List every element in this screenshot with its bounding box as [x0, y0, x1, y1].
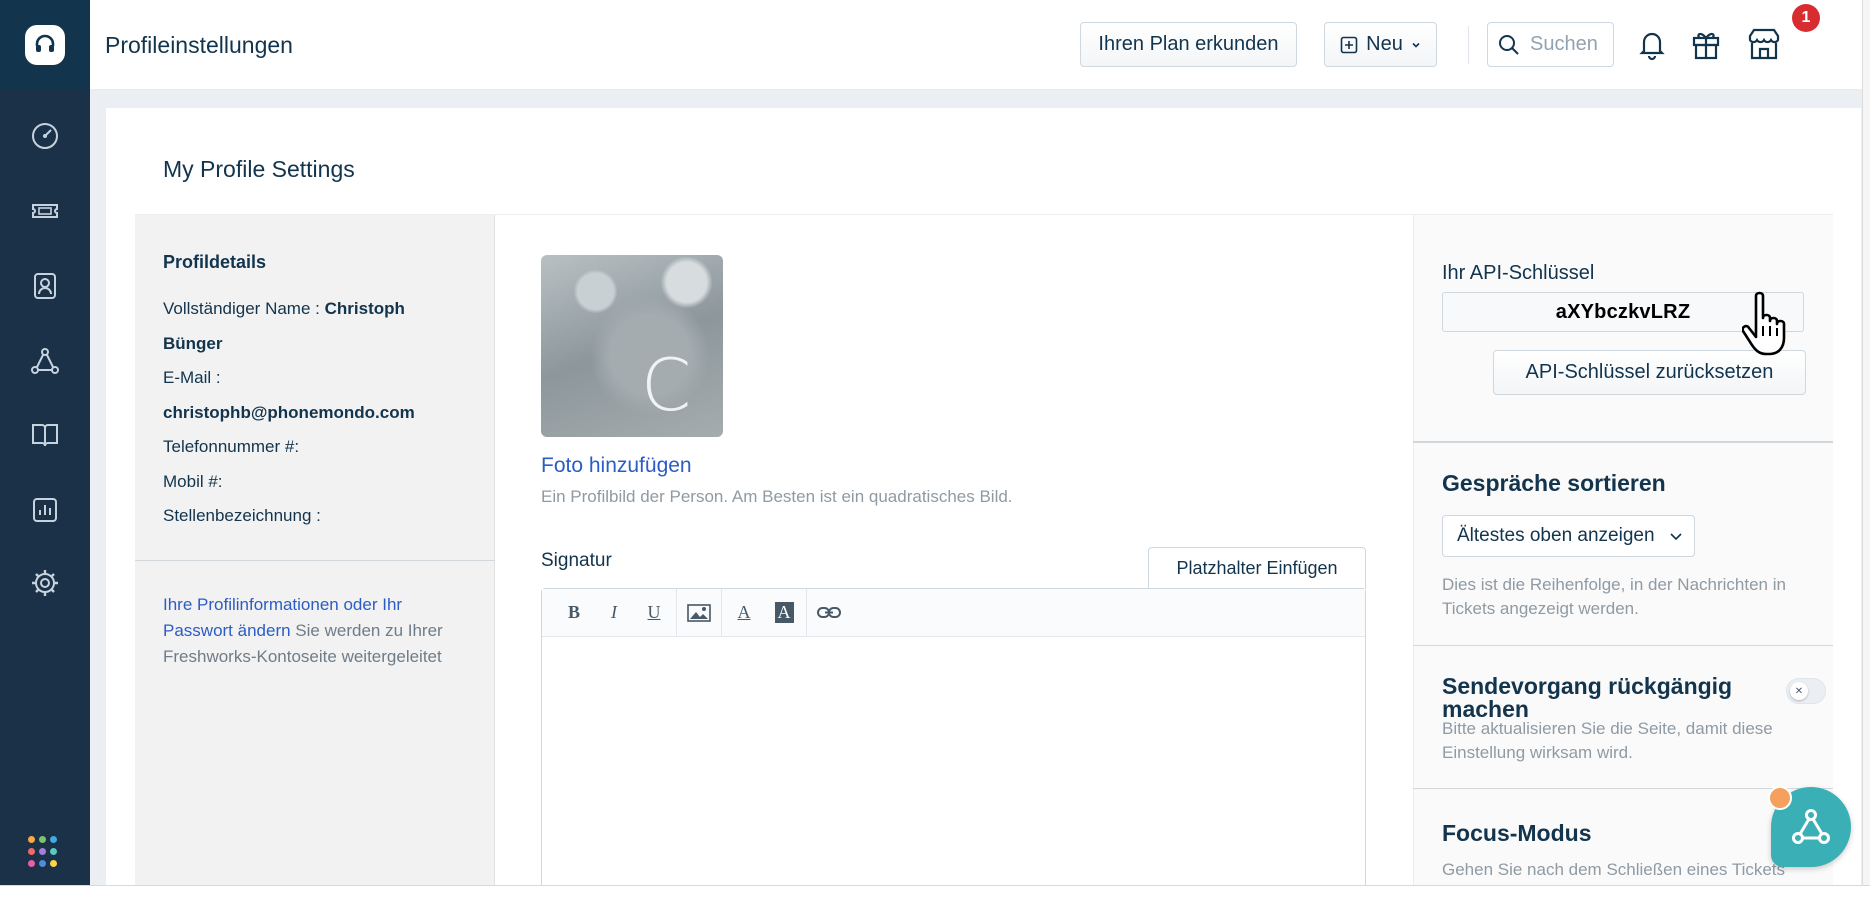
chevron-down-icon: [1412, 42, 1420, 48]
font-color-button[interactable]: A: [724, 589, 764, 637]
add-photo-link[interactable]: Foto hinzufügen: [541, 454, 692, 478]
header-divider: [1468, 26, 1469, 64]
dashboard-icon[interactable]: [29, 120, 61, 152]
undo-send-heading-line1: Sendevorgang rückgängig: [1442, 673, 1733, 699]
full-name-continued: Bünger: [163, 334, 223, 354]
network-icon: [1792, 809, 1830, 844]
full-name-row: Vollständiger Name : Christoph: [163, 299, 405, 319]
full-name-last: Bünger: [163, 334, 223, 353]
sidebar: [0, 0, 90, 885]
help-widget-indicator: [1768, 786, 1792, 810]
freshdesk-logo-icon[interactable]: [25, 25, 65, 65]
toolbar-separator: [721, 588, 722, 637]
link-icon[interactable]: [809, 589, 849, 637]
hand-cursor-icon: [1741, 290, 1802, 360]
phone-label: Telefonnummer #:: [163, 437, 300, 456]
insert-placeholder-button[interactable]: Platzhalter Einfügen: [1148, 547, 1366, 589]
new-button-label: Neu: [1366, 33, 1403, 55]
chevron-down-icon: [1670, 533, 1682, 541]
full-name-first: Christoph: [324, 299, 405, 318]
profile-details-heading: Profildetails: [163, 252, 267, 272]
conversation-sort-select[interactable]: Ältestes oben anzeigen: [1442, 515, 1695, 557]
bold-button[interactable]: B: [554, 589, 594, 637]
focus-mode-note: Gehen Sie nach dem Schließen eines Ticke…: [1442, 860, 1786, 879]
toolbar-separator: [806, 588, 807, 637]
email-value: christophb@phonemondo.com: [163, 403, 415, 422]
contacts-icon[interactable]: [29, 270, 61, 302]
settings-title: My Profile Settings: [163, 156, 355, 182]
bell-icon[interactable]: [1632, 24, 1672, 64]
top-header: Profileinstellungen Ihren Plan erkunden …: [90, 0, 1870, 90]
conversation-sort-heading: Gespräche sortieren: [1442, 470, 1666, 496]
background-color-button[interactable]: A: [764, 589, 804, 637]
social-icon[interactable]: [29, 345, 61, 377]
notification-badge: 1: [1792, 4, 1820, 32]
search-placeholder: Suchen: [1530, 33, 1598, 55]
explore-plan-button[interactable]: Ihren Plan erkunden: [1080, 22, 1297, 67]
close-icon: ✕: [1790, 682, 1808, 700]
knowledge-base-icon[interactable]: [29, 419, 61, 451]
sort-divider: [1413, 645, 1833, 646]
conversation-sort-value: Ältestes oben anzeigen: [1457, 525, 1655, 546]
apps-grid-icon[interactable]: [28, 836, 60, 868]
editor-toolbar: B I U A A: [542, 588, 1365, 637]
background-color-label: A: [774, 602, 794, 623]
change-profile-note: Ihre Profilinformationen oder Ihr Passwo…: [163, 592, 473, 670]
undo-divider: [1413, 788, 1833, 789]
bottom-strip: [0, 885, 1870, 916]
undo-send-note: Bitte aktualisieren Sie die Seite, damit…: [1442, 719, 1773, 762]
full-name-label: Vollständiger Name :: [163, 299, 320, 318]
photo-initial: C: [641, 343, 692, 427]
mobile-label: Mobil #:: [163, 472, 223, 491]
job-title-label: Stellenbezeichnung :: [163, 506, 321, 525]
reports-icon[interactable]: [29, 494, 61, 526]
plus-square-icon: [1340, 36, 1358, 53]
email-value-row: christophb@phonemondo.com: [163, 403, 415, 423]
signature-label: Signatur: [541, 550, 612, 571]
signature-editor[interactable]: B I U A A: [541, 588, 1366, 885]
toolbar-separator: [676, 588, 677, 637]
new-button[interactable]: Neu: [1324, 22, 1437, 67]
focus-mode-heading: Focus-Modus: [1442, 820, 1592, 846]
tickets-icon[interactable]: [29, 195, 61, 227]
photo-hint: Ein Profilbild der Person. Am Besten ist…: [541, 487, 1013, 506]
api-divider: [1413, 441, 1833, 443]
settings-icon[interactable]: [29, 567, 61, 599]
profile-divider: [135, 560, 495, 561]
undo-send-heading: Sendevorgang rückgängig machen: [1442, 675, 1732, 721]
logo-area: [0, 0, 90, 90]
insert-image-icon[interactable]: [679, 589, 719, 637]
window-edge: [1862, 0, 1870, 885]
page-title: Profileinstellungen: [105, 32, 293, 58]
profile-photo[interactable]: C: [541, 255, 723, 437]
underline-button[interactable]: U: [634, 589, 674, 637]
undo-send-toggle[interactable]: ✕: [1786, 678, 1826, 704]
marketplace-icon[interactable]: [1744, 24, 1784, 64]
api-key-label: Ihr API-Schlüssel: [1442, 262, 1595, 284]
search-input[interactable]: Suchen: [1487, 22, 1614, 67]
gift-icon[interactable]: [1686, 24, 1726, 64]
conversation-sort-note: Dies ist die Reihenfolge, in der Nachric…: [1442, 575, 1786, 618]
email-label: E-Mail :: [163, 368, 221, 387]
italic-button[interactable]: I: [594, 589, 634, 637]
search-icon: [1499, 34, 1519, 55]
